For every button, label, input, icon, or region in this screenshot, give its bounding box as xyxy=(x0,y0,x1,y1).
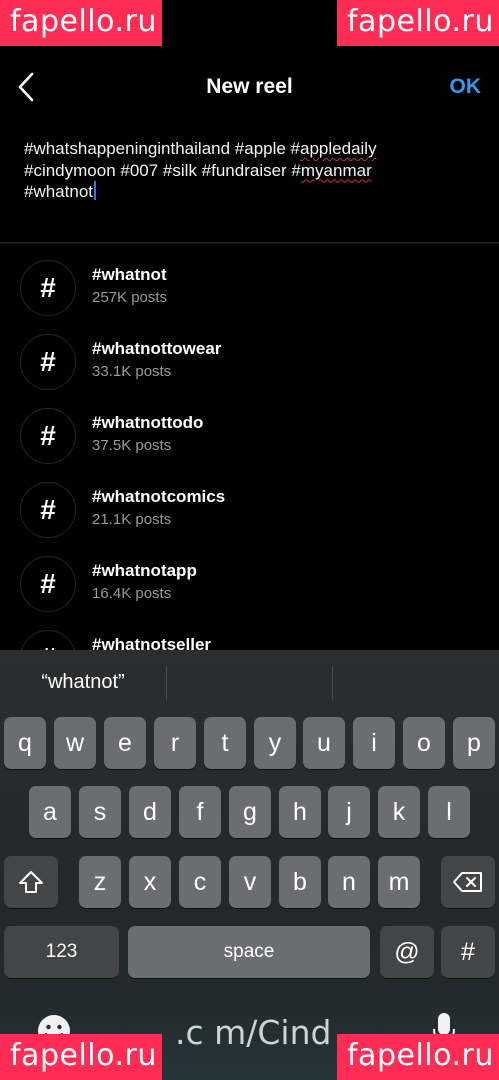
space-key[interactable]: space xyxy=(128,926,370,978)
hashtag-suggestion[interactable]: # #whatnottowear 33.1K posts xyxy=(0,328,499,402)
backspace-key[interactable] xyxy=(441,856,495,908)
key-c[interactable]: c xyxy=(179,856,221,908)
divider xyxy=(0,242,499,244)
text-cursor xyxy=(94,181,96,200)
hashtag-suggestion[interactable]: # #whatnottodo 37.5K posts xyxy=(0,402,499,476)
hashtag-suggestion[interactable]: # #whatnotcomics 21.1K posts xyxy=(0,476,499,550)
hashtag-icon: # xyxy=(20,260,76,316)
predictive-text-bar: “whatnot” xyxy=(0,650,499,718)
key-u[interactable]: u xyxy=(303,717,345,769)
key-i[interactable]: i xyxy=(353,717,395,769)
key-z[interactable]: z xyxy=(79,856,121,908)
shift-key[interactable] xyxy=(4,856,58,908)
hashtag-suggestions-list: # #whatnot 257K posts # #whatnottowear 3… xyxy=(0,250,499,650)
caption-input[interactable]: #whatshappeninginthailand #apple #appled… xyxy=(24,138,474,203)
hashtag-post-count: 257K posts xyxy=(92,289,168,306)
hashtag-icon: # xyxy=(20,556,76,612)
key-t[interactable]: t xyxy=(204,717,246,769)
key-j[interactable]: j xyxy=(328,786,370,838)
numbers-key[interactable]: 123 xyxy=(4,926,119,978)
hashtag-name: #whatnottowear xyxy=(92,339,222,358)
hashtag-suggestion[interactable]: # #whatnotapp 16.4K posts xyxy=(0,550,499,624)
key-g[interactable]: g xyxy=(229,786,271,838)
ok-button[interactable]: OK xyxy=(450,75,482,99)
hashtag-icon: # xyxy=(20,334,76,390)
hashtag-icon: # xyxy=(20,482,76,538)
hashtag-name: #whatnotcomics xyxy=(92,487,226,506)
watermark-top-left: fapello.ru xyxy=(0,0,162,46)
at-key[interactable]: @ xyxy=(380,926,434,978)
hashtag-post-count: 16.4K posts xyxy=(92,585,172,602)
hashtag-name: #whatnottodo xyxy=(92,413,204,432)
hashtag-name: #whatnotseller xyxy=(92,635,212,650)
caption-text: #whatshappeninginthailand #apple # xyxy=(24,139,301,158)
key-v[interactable]: v xyxy=(229,856,271,908)
watermark-top-right: fapello.ru xyxy=(337,0,499,46)
key-h[interactable]: h xyxy=(279,786,321,838)
key-w[interactable]: w xyxy=(54,717,96,769)
hashtag-suggestion[interactable]: # #whatnotseller xyxy=(0,624,499,650)
key-x[interactable]: x xyxy=(129,856,171,908)
key-n[interactable]: n xyxy=(328,856,370,908)
key-a[interactable]: a xyxy=(29,786,71,838)
hashtag-name: #whatnot xyxy=(92,265,167,284)
key-l[interactable]: l xyxy=(428,786,470,838)
caption-misspelled-word: myanmar xyxy=(300,160,372,180)
key-r[interactable]: r xyxy=(154,717,196,769)
key-e[interactable]: e xyxy=(104,717,146,769)
hashtag-post-count: 33.1K posts xyxy=(92,363,172,380)
overlay-text: .c m/Cind xyxy=(175,1013,332,1052)
shift-icon xyxy=(19,871,43,893)
key-s[interactable]: s xyxy=(79,786,121,838)
hash-key[interactable]: # xyxy=(441,926,495,978)
hashtag-post-count: 37.5K posts xyxy=(92,437,172,454)
hashtag-icon: # xyxy=(20,408,76,464)
prediction-suggestion[interactable]: “whatnot” xyxy=(0,671,166,694)
keyboard: “whatnot” q w e r t y u i o p a s d f g … xyxy=(0,650,499,1080)
key-m[interactable]: m xyxy=(378,856,420,908)
page-title: New reel xyxy=(206,75,293,98)
caption-misspelled-word: appledaily xyxy=(300,139,377,158)
hashtag-icon: # xyxy=(20,630,76,650)
prediction-divider xyxy=(166,666,167,700)
key-p[interactable]: p xyxy=(453,717,495,769)
key-q[interactable]: q xyxy=(4,717,46,769)
hashtag-name: #whatnotapp xyxy=(92,561,197,580)
hashtag-suggestion[interactable]: # #whatnot 257K posts xyxy=(0,254,499,328)
caption-text: #cindymoon #007 #silk #fundraiser # xyxy=(24,160,301,180)
key-k[interactable]: k xyxy=(378,786,420,838)
key-o[interactable]: o xyxy=(403,717,445,769)
watermark-bottom-right: fapello.ru xyxy=(337,1034,499,1080)
header-bar: New reel OK xyxy=(0,60,499,116)
key-f[interactable]: f xyxy=(179,786,221,838)
hashtag-post-count: 21.1K posts xyxy=(92,511,172,528)
watermark-bottom-left: fapello.ru xyxy=(0,1034,162,1080)
key-y[interactable]: y xyxy=(254,717,296,769)
prediction-divider xyxy=(332,666,333,700)
backspace-icon xyxy=(453,872,482,892)
key-d[interactable]: d xyxy=(129,786,171,838)
caption-text: #whatnot xyxy=(24,182,93,201)
key-b[interactable]: b xyxy=(279,856,321,908)
